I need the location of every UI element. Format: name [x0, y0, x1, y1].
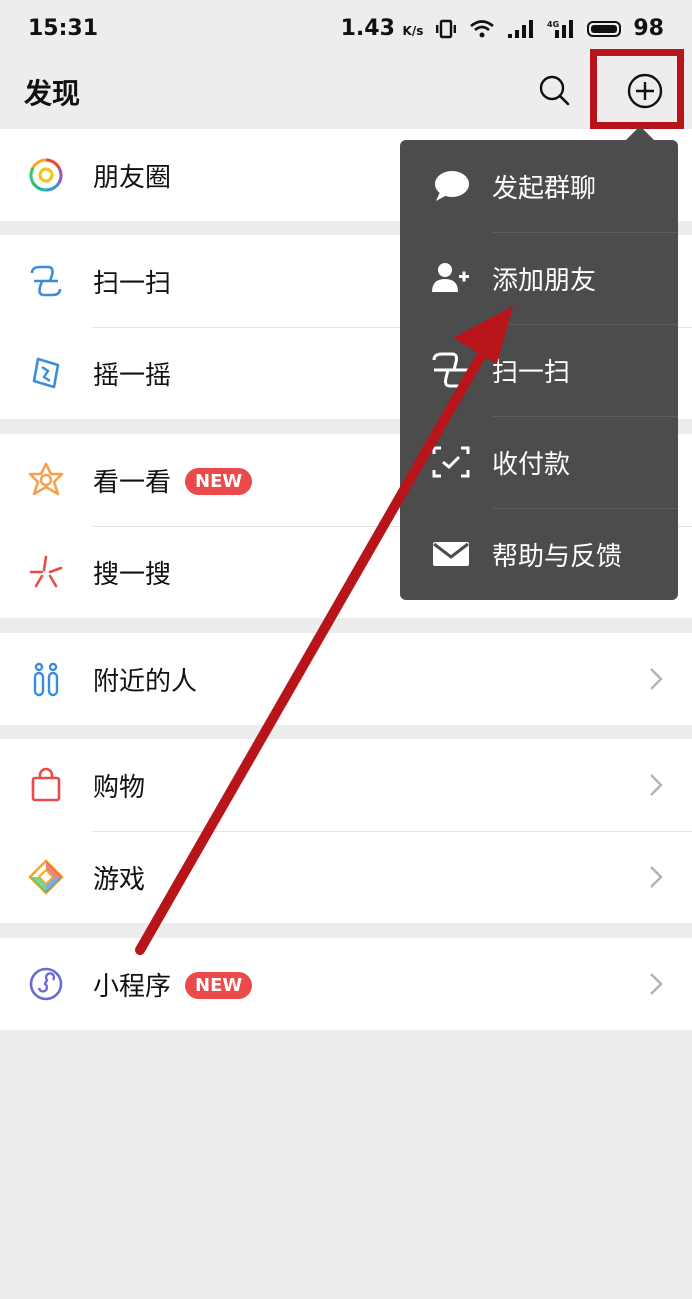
annotation-arrow [135, 306, 513, 955]
